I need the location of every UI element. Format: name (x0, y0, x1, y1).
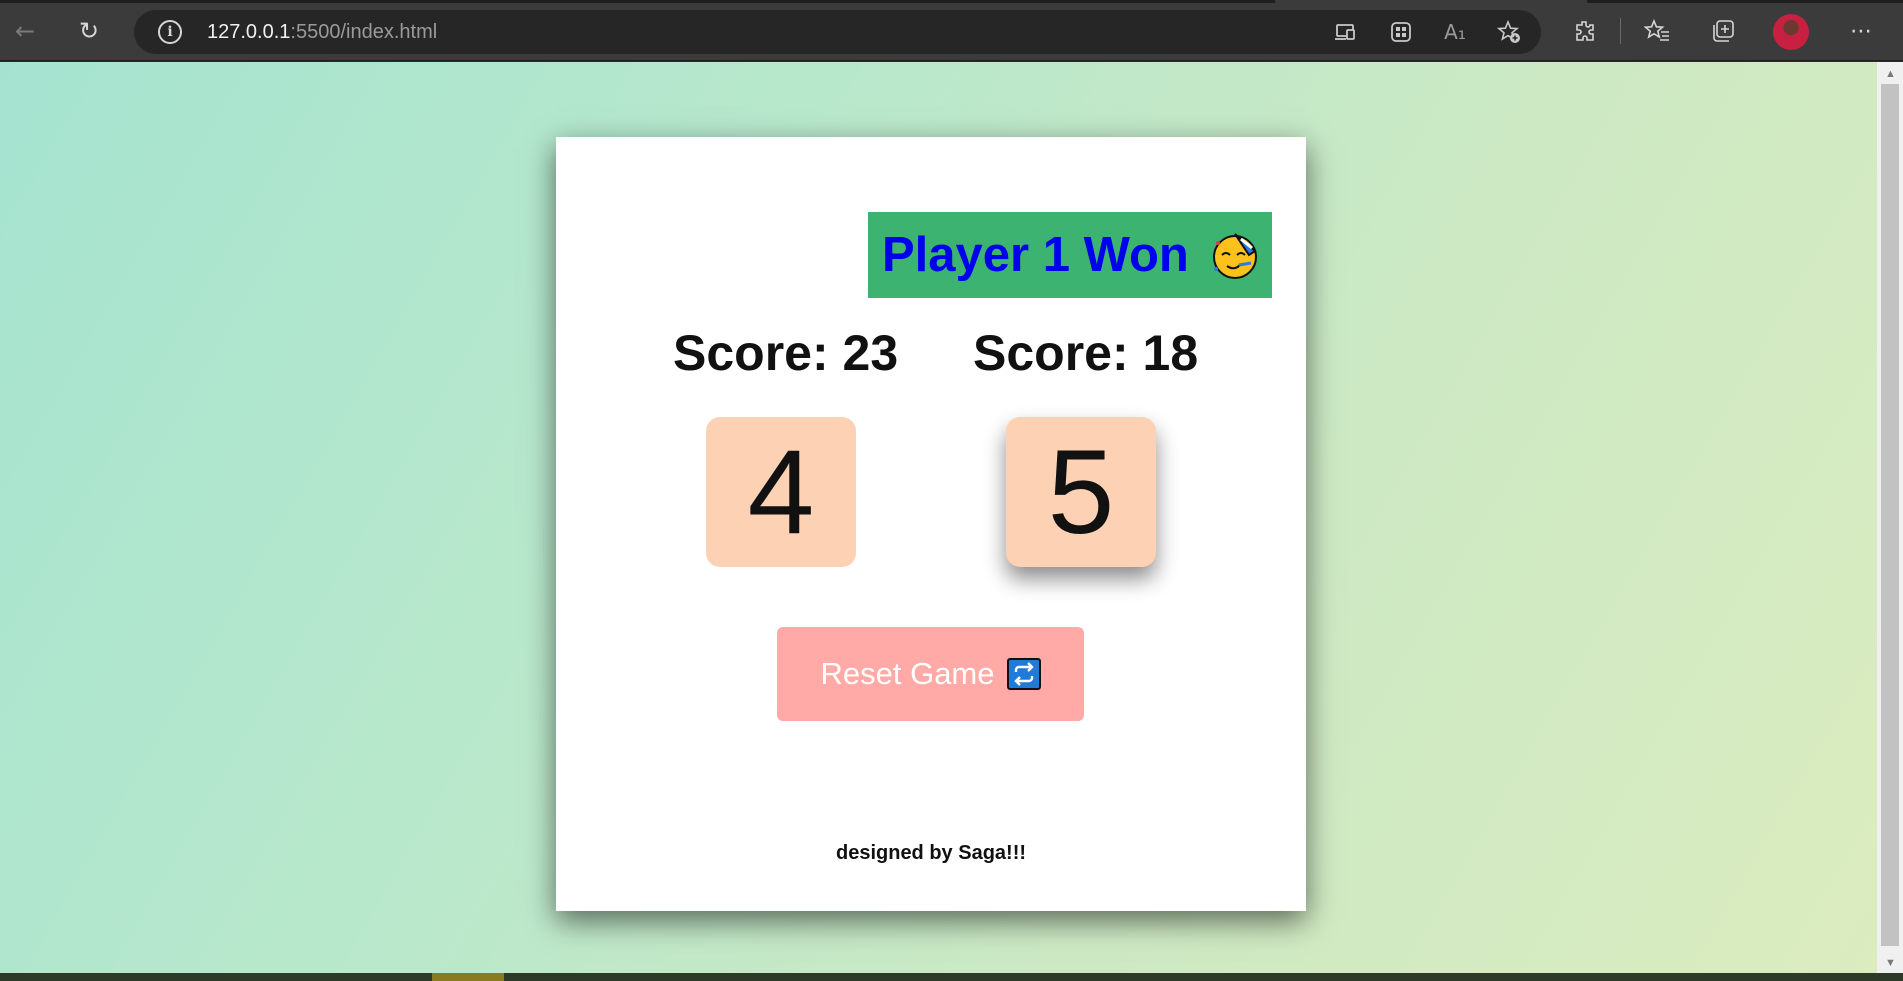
credit-text: designed by Saga!!! (835, 842, 1027, 864)
player2-die: 5 (1006, 417, 1156, 567)
scroll-thumb[interactable] (1881, 84, 1899, 946)
game-card: Player 1 Won Score: 23 Score: 18 4 5 Res… (556, 137, 1306, 911)
back-icon[interactable]: ← (8, 14, 42, 48)
info-icon[interactable]: i (158, 20, 182, 44)
address-bar[interactable]: i 127.0.0.1:5500/index.html A₁ (134, 10, 1541, 54)
winner-banner: Player 1 Won (868, 212, 1272, 298)
url-host: 127.0.0.1 (207, 21, 291, 43)
reset-game-label: Reset Game (820, 656, 995, 691)
more-icon[interactable]: ⋯ (1844, 14, 1878, 48)
tab-strip-edge-right (1587, 0, 1903, 3)
tab-strip-edge (0, 0, 1275, 3)
player1-score: Score: 23 (673, 325, 899, 381)
vertical-scrollbar[interactable]: ▲ ▼ (1877, 62, 1903, 973)
toolbar-separator (1620, 18, 1621, 44)
taskbar-accent (432, 973, 504, 981)
extensions-icon[interactable] (1568, 14, 1602, 48)
browser-toolbar: ← ↻ i 127.0.0.1:5500/index.html A₁ ⋯ (0, 0, 1903, 61)
add-favorite-icon[interactable] (1496, 20, 1522, 44)
reset-game-button[interactable]: Reset Game (777, 627, 1084, 721)
scroll-up-icon[interactable]: ▲ (1885, 68, 1896, 80)
apps-icon[interactable] (1388, 20, 1414, 44)
collections-icon[interactable] (1706, 14, 1740, 48)
taskbar-edge (0, 973, 1903, 981)
winner-text: Player 1 Won (882, 228, 1189, 282)
player1-die: 4 (706, 417, 856, 567)
page-viewport: Player 1 Won Score: 23 Score: 18 4 5 Res… (0, 62, 1877, 973)
favorites-icon[interactable] (1640, 14, 1674, 48)
player2-score: Score: 18 (973, 325, 1199, 381)
partying-face-icon (1209, 229, 1261, 281)
profile-avatar[interactable] (1773, 14, 1809, 50)
reload-icon[interactable]: ↻ (72, 14, 106, 48)
url-path: :5500/index.html (290, 21, 438, 43)
app-available-icon[interactable] (1333, 20, 1359, 44)
read-aloud-icon[interactable]: A₁ (1442, 20, 1468, 44)
repeat-icon (1006, 658, 1041, 690)
scroll-down-icon[interactable]: ▼ (1885, 957, 1896, 969)
url-text[interactable]: 127.0.0.1:5500/index.html (207, 21, 437, 44)
